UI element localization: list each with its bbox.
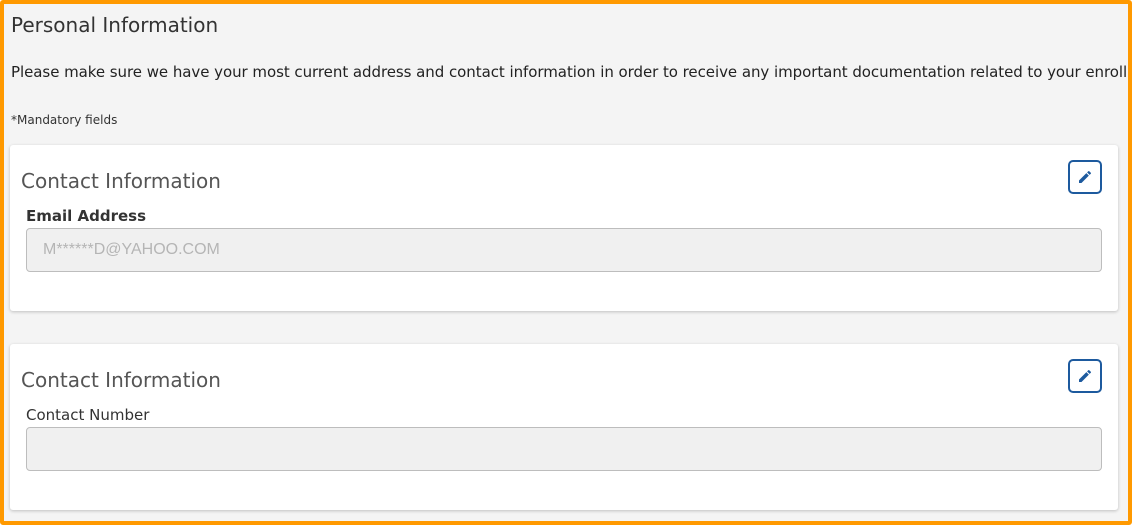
intro-text: Please make sure we have your most curre… <box>11 63 1132 81</box>
pencil-icon <box>1079 369 1092 382</box>
page-title: Personal Information <box>11 13 219 37</box>
mandatory-fields-note: *Mandatory fields <box>11 113 118 127</box>
phone-card-title: Contact Information <box>21 368 221 392</box>
pencil-icon <box>1079 170 1092 183</box>
email-contact-card: Contact Information Email Address <box>10 145 1118 311</box>
email-address-label: Email Address <box>26 207 147 225</box>
email-address-field[interactable] <box>26 228 1102 272</box>
contact-number-label: Contact Number <box>26 406 150 424</box>
contact-number-field[interactable] <box>26 427 1102 471</box>
edit-contact-number-button[interactable] <box>1068 359 1102 393</box>
email-card-title: Contact Information <box>21 169 221 193</box>
phone-contact-card: Contact Information Contact Number <box>10 344 1118 510</box>
personal-information-panel: Personal Information Please make sure we… <box>0 0 1132 525</box>
edit-email-button[interactable] <box>1068 160 1102 194</box>
